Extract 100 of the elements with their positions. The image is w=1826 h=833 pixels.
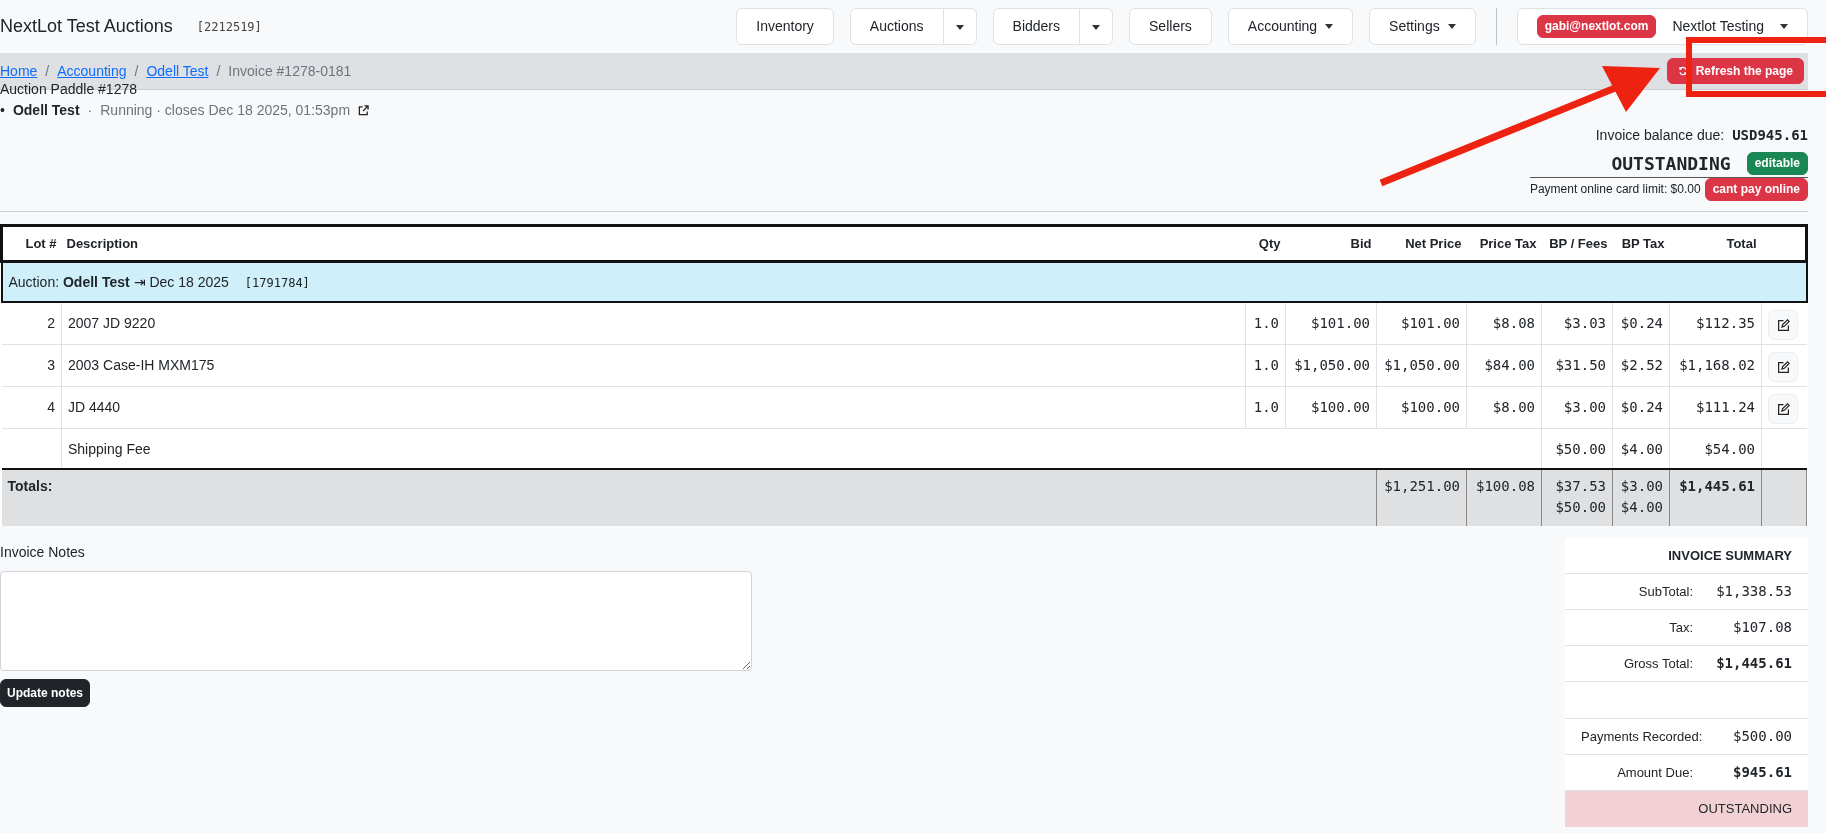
summary-value: $500.00 [1732, 726, 1792, 746]
edit-button[interactable] [1768, 310, 1798, 341]
auction-code: [1791784] [244, 275, 310, 290]
user-name: Nextlot Testing [1672, 17, 1764, 36]
table-cell: $101.00 [1285, 302, 1377, 345]
caret-icon [1092, 24, 1101, 30]
invoice-status: OUTSTANDING [1611, 152, 1731, 176]
edit-icon [1776, 318, 1790, 332]
table-cell: $112.35 [1669, 302, 1762, 345]
table-cell-text: $50.00 [1554, 497, 1606, 517]
summary-title: INVOICE SUMMARY [1668, 546, 1792, 565]
table-cell: $0.24 [1612, 386, 1670, 429]
table-cell: $1,050.00 [1285, 344, 1377, 387]
user-menu[interactable]: gabi@nextlot.com Nextlot Testing [1516, 8, 1808, 45]
table-cell: 2003 Case-IH MXM175 [61, 344, 1246, 387]
column-header: Description [61, 225, 1246, 262]
column-header: BP Tax [1612, 225, 1670, 262]
column-header: Lot # [1, 225, 62, 262]
table-cell: $100.08 [1476, 477, 1535, 494]
caret-icon [1325, 24, 1334, 29]
refresh-button[interactable]: Refresh the page [1666, 58, 1804, 84]
dropdown-toggle[interactable] [1079, 8, 1114, 45]
summary-label: SubTotal: [1638, 582, 1693, 601]
edit-button[interactable] [1768, 352, 1798, 383]
column-header: Price Tax [1466, 225, 1542, 262]
balance-amount: USD945.61 [1732, 126, 1808, 145]
summary-value: $1,338.53 [1715, 581, 1792, 601]
table-cell: 1.0 [1245, 386, 1286, 429]
summary-label: Payments Recorded: [1581, 727, 1703, 746]
summary-label: Gross Total: [1623, 654, 1693, 673]
breadcrumb-link[interactable]: Accounting [57, 60, 127, 82]
breadcrumb-current: Invoice #1278-0181 [228, 61, 352, 81]
table-cell: $8.08 [1466, 302, 1542, 345]
nav-button[interactable]: Sellers [1129, 8, 1212, 45]
breadcrumb-separator: / [216, 61, 221, 81]
edit-button[interactable] [1768, 394, 1798, 425]
nav-dropdown[interactable]: Settings [1369, 8, 1476, 45]
nav-button[interactable]: Bidders [992, 8, 1081, 45]
notes-field[interactable] [0, 570, 752, 671]
auction-group-label: Auction: Odell Test ⇥ Dec 18 2025 [8, 273, 229, 290]
table-cell-text: $37.53 [1554, 476, 1606, 496]
table-cell: $101.00 [1376, 302, 1467, 345]
summary-value: $107.08 [1732, 617, 1792, 637]
column-header: Total [1669, 225, 1762, 262]
table-cell: $1,050.00 [1376, 344, 1467, 387]
caret-icon [955, 24, 964, 30]
account-code: [2212519] [196, 18, 262, 36]
edit-icon [1776, 402, 1790, 416]
caret-icon [1780, 24, 1788, 29]
email-badge: gabi@nextlot.com [1536, 15, 1657, 38]
balance-label: Invoice balance due: [1595, 126, 1725, 145]
table-cell: $8.00 [1466, 386, 1542, 429]
column-header: Bid [1285, 225, 1377, 262]
nav-button[interactable]: Auctions [849, 8, 944, 45]
separator-dot: · [87, 101, 93, 120]
summary-value: $1,445.61 [1715, 653, 1792, 673]
table-cell: $84.00 [1466, 344, 1542, 387]
table-cell: 2 [1, 302, 62, 345]
column-header: BP / Fees [1541, 225, 1613, 262]
summary-value: $945.61 [1732, 762, 1792, 782]
table-cell-text: $3.00 [1619, 476, 1663, 496]
column-header: Net Price [1376, 225, 1467, 262]
edit-icon [1776, 360, 1790, 374]
paddle-label: Auction Paddle #1278 [0, 82, 138, 96]
table-cell: 2007 JD 9220 [61, 302, 1246, 345]
column-header: Qty [1245, 225, 1286, 262]
table-cell: $1,251.00 [1384, 477, 1460, 494]
table-cell: JD 4440 [61, 386, 1246, 429]
table-cell: $2.52 [1612, 344, 1670, 387]
caret-icon [1447, 24, 1456, 29]
update-notes-button[interactable]: Update notes [0, 678, 90, 707]
nav-dropdown[interactable]: Accounting [1227, 8, 1354, 45]
brand-title[interactable]: NextLot Test Auctions [0, 13, 173, 40]
table-cell: $1,445.61 [1679, 477, 1755, 494]
breadcrumb-separator: / [134, 61, 139, 81]
table-cell: 1.0 [1245, 302, 1286, 345]
table-cell-text: $4.00 [1619, 497, 1663, 517]
summary-status: OUTSTANDING [1698, 800, 1792, 819]
auction-status: Running · closes Dec 18 2025, 01:53pm [100, 101, 351, 120]
table-cell: $0.24 [1612, 302, 1670, 345]
table-cell: $3.03 [1541, 302, 1613, 345]
breadcrumb-separator: / [45, 61, 50, 81]
nav-button[interactable]: Inventory [736, 8, 834, 45]
summary-label: Tax: [1669, 618, 1693, 637]
notes-label: Invoice Notes [0, 542, 86, 562]
table-cell: $1,168.02 [1669, 344, 1762, 387]
table-cell: $3.00 [1541, 386, 1613, 429]
list-bullet: • [0, 101, 5, 120]
table-cell: 4 [1, 386, 62, 429]
totals-label: Totals: [7, 477, 53, 494]
editable-badge: editable [1746, 152, 1808, 175]
table-cell: 3 [1, 344, 62, 387]
dropdown-toggle[interactable] [942, 8, 977, 45]
summary-label: Amount Due: [1617, 763, 1693, 782]
card-limit-text: Payment online card limit: $0.00 [1529, 181, 1701, 199]
auction-name: Odell Test [12, 101, 80, 120]
table-cell: $31.50 [1541, 344, 1613, 387]
cant-pay-badge: cant pay online [1704, 178, 1808, 201]
external-link-icon[interactable] [358, 105, 370, 116]
table-cell: $111.24 [1669, 386, 1762, 429]
